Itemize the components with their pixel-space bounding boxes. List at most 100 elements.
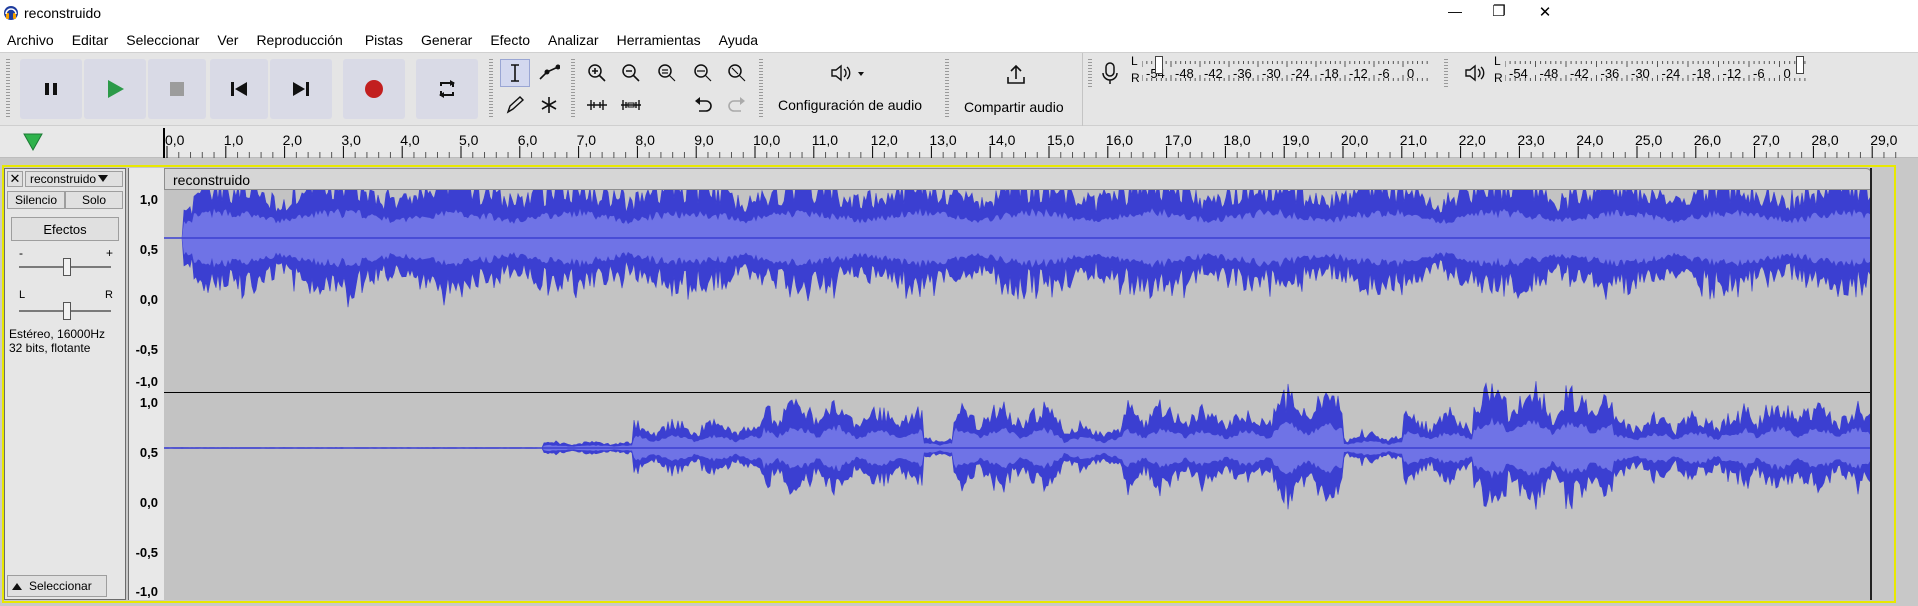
edit-grip[interactable]: [571, 59, 575, 119]
gain-slider[interactable]: [63, 258, 71, 276]
loop-icon: [439, 80, 455, 98]
microphone-icon[interactable]: [1100, 61, 1120, 85]
play-meter-grip[interactable]: [1444, 59, 1448, 87]
ruler-tick-label: 10,0: [753, 132, 781, 148]
solo-button[interactable]: Solo: [65, 191, 123, 209]
ruler-tick-label: 20,0: [1341, 132, 1369, 148]
pan-slider[interactable]: [63, 302, 71, 320]
silence-audio-icon: [621, 100, 641, 110]
draw-tool[interactable]: [500, 91, 530, 119]
channel-divider: [164, 392, 1872, 393]
close-track-button[interactable]: ✕: [7, 171, 23, 187]
ruler-tick-label: 8,0: [635, 132, 655, 148]
menu-ver[interactable]: Ver: [207, 28, 246, 52]
scale-bot-neg1: -1,0: [135, 584, 158, 599]
skip-to-start-icon: [231, 82, 247, 96]
play-button[interactable]: [84, 59, 146, 119]
redo-icon: [728, 97, 745, 112]
menu-archivo[interactable]: Archivo: [0, 28, 62, 52]
loop-button[interactable]: [416, 59, 478, 119]
playback-meter[interactable]: -54 -48 -42 -36 -30 -24 -18 -12 -6 0: [1505, 57, 1810, 85]
ruler-tick-label: 23,0: [1517, 132, 1545, 148]
silence-button[interactable]: [616, 91, 646, 119]
ruler-tick-label: 2,0: [282, 132, 303, 148]
pause-button[interactable]: [20, 59, 82, 119]
audio-setup-grip[interactable]: [759, 59, 763, 119]
zoom-in-icon: [588, 64, 606, 82]
play-channel-l: L: [1494, 54, 1501, 68]
track-name-menu[interactable]: reconstruido: [25, 171, 123, 187]
scale-bot-neg05: -0,5: [135, 545, 158, 560]
speaker-icon[interactable]: [1464, 63, 1488, 83]
tools-grip[interactable]: [489, 59, 493, 119]
toolbar: Configuración de audio Compartir audio L…: [0, 52, 1918, 127]
skip-start-button[interactable]: [210, 59, 268, 119]
track-name: reconstruido: [30, 172, 97, 186]
menu-pistas[interactable]: Pistas: [351, 28, 411, 52]
menu-editar[interactable]: Editar: [62, 28, 117, 52]
menu-herramientas[interactable]: Herramientas: [607, 28, 709, 52]
clip-header[interactable]: reconstruido: [164, 168, 1872, 190]
clip-name: reconstruido: [173, 172, 251, 188]
ruler-tick-label: 13,0: [929, 132, 957, 148]
fit-project-button[interactable]: [688, 59, 718, 87]
rec-meter-ticks: [1142, 61, 1428, 81]
track-format-info: Estéreo, 16000Hz: [9, 327, 106, 341]
close-window-button[interactable]: ✕: [1530, 3, 1560, 21]
ruler-tick-label: 5,0: [459, 132, 479, 148]
zoom-fit-icon: [694, 64, 712, 82]
menu-generar[interactable]: Generar: [411, 28, 480, 52]
stop-button[interactable]: [148, 59, 206, 119]
mute-button[interactable]: Silencio: [7, 191, 65, 209]
undo-button[interactable]: [688, 91, 718, 119]
share-grip[interactable]: [945, 59, 949, 119]
vertical-scale-panel[interactable]: 1,0 0,5 0,0 -0,5 -1,0 1,0 0,5 0,0 -0,5 -…: [128, 168, 164, 600]
audio-setup-button[interactable]: Configuración de audio: [770, 57, 940, 121]
zoom-in-button[interactable]: [582, 59, 612, 87]
track-control-panel: ✕ reconstruido Silencio Solo Efectos - +…: [4, 168, 126, 600]
share-audio-button[interactable]: Compartir audio: [956, 57, 1076, 121]
rec-meter-grip[interactable]: [1088, 59, 1092, 87]
effects-button[interactable]: Efectos: [11, 217, 119, 241]
ruler-tick-label: 9,0: [694, 132, 714, 148]
redo-button[interactable]: [722, 91, 752, 119]
minimize-button[interactable]: —: [1440, 3, 1470, 19]
waveform-area[interactable]: reconstruido: [164, 168, 1872, 600]
menu-reproduccion[interactable]: Reproducción: [246, 28, 350, 52]
select-track-button[interactable]: Seleccionar: [7, 575, 107, 597]
multi-tool[interactable]: [534, 91, 564, 119]
skip-end-button[interactable]: [270, 59, 332, 119]
envelope-tool[interactable]: [534, 59, 564, 87]
clip-end-line: [1870, 168, 1872, 600]
record-icon: [365, 80, 383, 98]
trim-button[interactable]: [582, 91, 612, 119]
menu-analizar[interactable]: Analizar: [538, 28, 607, 52]
zoom-out-button[interactable]: [616, 59, 646, 87]
toolbar-grip[interactable]: [6, 59, 10, 119]
menu-ayuda[interactable]: Ayuda: [709, 28, 766, 52]
ruler-tick-label: 12,0: [870, 132, 898, 148]
selection-tool[interactable]: [500, 59, 530, 87]
timeline-ruler[interactable]: 0,0 1,0 2,0 3,0 4,0 5,0 6,0 7,0 8,0 9,0 10,0 11,0 12…: [0, 126, 1918, 158]
ruler-labels: 0,0 1,0 2,0 3,0 4,0 5,0 6,0 7,0 8,0 9,0 10,0 11,0 12…: [0, 126, 1918, 158]
rec-level-slider[interactable]: [1155, 56, 1163, 74]
share-upload-icon: [1007, 64, 1025, 84]
play-level-slider[interactable]: [1796, 56, 1804, 74]
play-icon: [108, 80, 124, 98]
play-channel-r: R: [1494, 71, 1503, 85]
scale-bot-1: 1,0: [139, 395, 158, 410]
zoom-toggle-button[interactable]: [722, 59, 752, 87]
audacity-logo-icon: [4, 6, 18, 20]
fit-selection-button[interactable]: [652, 59, 682, 87]
maximize-button[interactable]: ❐: [1484, 2, 1514, 20]
ruler-tick-label: 29,0: [1870, 132, 1898, 148]
ruler-tick-label: 17,0: [1164, 132, 1192, 148]
record-button[interactable]: [343, 59, 405, 119]
menu-bar: Archivo Editar Seleccionar Ver Reproducc…: [0, 28, 1918, 52]
share-audio-label: Compartir audio: [964, 99, 1064, 115]
menu-seleccionar[interactable]: Seleccionar: [116, 28, 207, 52]
recording-meter[interactable]: -54-48-42-36-30-24-18-12-60: [1142, 57, 1432, 85]
menu-efecto[interactable]: Efecto: [480, 28, 538, 52]
ruler-tick-label: 27,0: [1752, 132, 1780, 148]
window-title: reconstruido: [24, 5, 102, 21]
